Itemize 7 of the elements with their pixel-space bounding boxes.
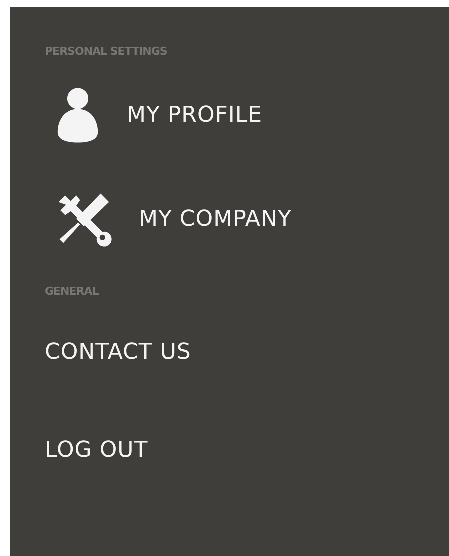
menu-item[interactable]: MY COMPANY xyxy=(45,181,449,257)
menu-item[interactable]: CONTACT US xyxy=(45,317,449,387)
section-heading: GENERAL xyxy=(45,285,100,299)
person-icon xyxy=(55,86,101,144)
menu-item[interactable]: LOG OUT xyxy=(45,415,449,485)
menu-item[interactable]: MY PROFILE xyxy=(45,77,449,153)
section-heading: PERSONAL SETTINGS xyxy=(45,45,168,59)
